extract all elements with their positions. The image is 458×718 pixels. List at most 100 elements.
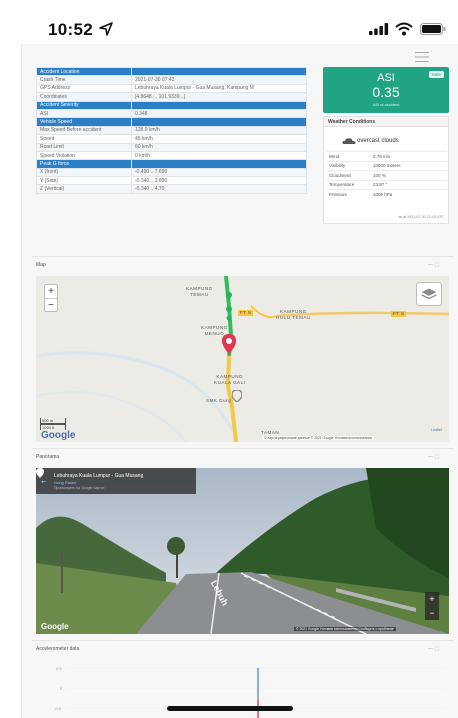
- panorama-section-title: Panorama: [36, 454, 60, 460]
- weather-value: 100 %: [371, 170, 447, 180]
- open-in-google-maps-link[interactable]: Просмотреть на Google Картах: [54, 486, 104, 490]
- weather-label: Pressure: [327, 189, 371, 199]
- street-view-zoom-control[interactable]: + −: [425, 592, 439, 620]
- street-view-panorama[interactable]: Lebuh ← Lebuhraya Kuala Lumpur - Gua Mus…: [36, 468, 449, 634]
- location-pin-icon: [36, 468, 44, 478]
- table-section-header: Accident Location: [36, 66, 307, 77]
- row-label: Z (Vertical): [36, 184, 132, 194]
- row-value: 2021-07-30 07:43: [131, 75, 307, 85]
- row-value: Lebuhraya Kuala Lumpur - Gua Musang, Kam…: [131, 83, 307, 94]
- map-zoom-out-button[interactable]: −: [45, 299, 57, 313]
- accel-y-tick: 0.5: [56, 666, 62, 671]
- street-view-zoom-in-button[interactable]: +: [425, 592, 439, 606]
- table-row: Speed Violation 0 km/h: [36, 150, 307, 161]
- panorama-section-controls[interactable]: — ⬚: [428, 454, 439, 460]
- map-label-sk-durg: SMK Durg: [206, 398, 232, 403]
- weather-value: 1009 hPa: [371, 189, 447, 199]
- battery-icon: [420, 23, 446, 35]
- map-attribution[interactable]: © Картографические данные © 2021 Google …: [262, 436, 375, 440]
- weather-label: Wind: [327, 151, 371, 161]
- weather-table: Wind 0.78 m/s Visibility 10000 meters Cloudi…: [327, 151, 447, 199]
- leaflet-link[interactable]: Leaflet: [431, 428, 442, 432]
- map-route-shield: FT 8: [238, 310, 254, 316]
- map-view[interactable]: + − KAMPUNG TEMAU KAMPUNG HULU TEMAU KAM…: [36, 276, 449, 442]
- status-time: 10:52: [48, 20, 93, 39]
- row-label: Y (Side): [36, 176, 132, 186]
- cloud-icon: [342, 138, 356, 144]
- map-label-hulu-temau: KAMPUNG HULU TEMAU: [276, 309, 311, 320]
- weather-label: Temperature: [327, 179, 371, 190]
- weather-value: 10000 meters: [371, 160, 447, 171]
- table-row: Coordinates [4.8648..., 101.9339...]: [36, 92, 307, 102]
- row-label: Speed Violation: [36, 150, 132, 161]
- map-label-kuala-gali: KAMPUNG KUALA GALI: [214, 374, 246, 385]
- row-value: 45 km/h: [131, 134, 307, 144]
- weather-value: 0.78 m/s: [371, 151, 447, 161]
- row-label: Peak G force: [36, 159, 132, 169]
- table-row: Max Speed Before accident 128.9 km/h: [36, 125, 307, 136]
- row-value: 0.348: [131, 108, 307, 119]
- weather-timestamp: as at 2021-07-30 22:43 UTC: [398, 215, 444, 219]
- weather-row: Pressure 1009 hPa: [327, 189, 447, 199]
- google-logo: Google: [41, 430, 76, 441]
- row-value: [131, 159, 307, 169]
- street-view-attribution[interactable]: © 2021 Google Условия использования Сооб…: [294, 627, 396, 631]
- row-value: [131, 100, 307, 110]
- google-logo: Google: [41, 622, 69, 631]
- weather-row: Visibility 10000 meters: [327, 160, 447, 171]
- map-scale: 500 m 1000 ft: [40, 418, 66, 430]
- table-section-header: Peak G force: [36, 159, 307, 169]
- map-section-controls[interactable]: — ⬚: [428, 262, 439, 268]
- map-zoom-control[interactable]: + −: [44, 284, 58, 312]
- row-label: Accident Severity: [36, 100, 132, 110]
- weather-condition: overcast clouds: [357, 138, 399, 144]
- row-label: Vehicle Speed: [36, 117, 132, 127]
- row-value: [131, 117, 307, 127]
- weather-value: 23.87 °: [371, 179, 447, 190]
- asi-status-badge: Safe: [428, 71, 444, 78]
- menu-icon[interactable]: [415, 52, 429, 62]
- weather-row: Cloudiness 100 %: [327, 170, 447, 180]
- section-divider: [32, 640, 454, 641]
- route-waypoint-icon: [226, 292, 232, 321]
- table-section-header: Vehicle Speed: [36, 117, 307, 127]
- accel-y-tick: -0.5: [54, 706, 61, 711]
- accelerometer-section-controls[interactable]: — ⬚: [428, 646, 439, 652]
- table-row: GPS Address Lebuhraya Kuala Lumpur - Gua …: [36, 83, 307, 94]
- weather-header: Weather Conditions: [324, 117, 448, 127]
- cellular-signal-icon: [369, 23, 389, 35]
- location-arrow-icon: [99, 22, 113, 36]
- row-label: ASI: [36, 108, 132, 119]
- row-value: [131, 66, 307, 77]
- home-indicator[interactable]: [167, 706, 293, 711]
- row-value: 128.9 km/h: [131, 125, 307, 136]
- section-divider: [32, 448, 454, 449]
- accident-marker-icon[interactable]: [222, 334, 236, 354]
- table-section-header: Accident Severity: [36, 100, 307, 110]
- weather-label: Cloudiness: [327, 170, 371, 180]
- map-zoom-in-button[interactable]: +: [45, 285, 57, 299]
- table-row: X (front) -0.490 .. 7.690: [36, 167, 307, 178]
- asi-value: 0.35: [372, 84, 400, 100]
- school-pin-icon: [232, 390, 242, 402]
- row-label: Accident Location: [36, 66, 132, 77]
- weather-panel: Weather Conditions overcast clouds Wind 0…: [323, 116, 449, 224]
- map-layers-icon[interactable]: [416, 282, 442, 306]
- street-view-subtitle: Gong Patani: [54, 480, 77, 485]
- row-value: 60 km/h: [131, 142, 307, 152]
- weather-row: Temperature 23.87 °: [327, 179, 447, 190]
- row-label: Road Limit: [36, 142, 132, 152]
- street-view-zoom-out-button[interactable]: −: [425, 606, 439, 620]
- row-label: X (front): [36, 167, 132, 178]
- asi-subtitle: ASI of accident: [372, 102, 400, 107]
- accel-y-tick: 0: [60, 686, 63, 691]
- table-row: Road Limit 60 km/h: [36, 142, 307, 152]
- row-label: GPS Address: [36, 83, 132, 94]
- street-view-title: Lebuhraya Kuala Lumpur - Gua Musang: [54, 473, 144, 479]
- map-route-shield: FT 8: [391, 311, 407, 317]
- map-section-title: Map: [36, 262, 46, 268]
- row-value: -0.490 .. 7.690: [131, 167, 307, 178]
- row-label: Speed: [36, 134, 132, 144]
- weather-label: Visibility: [327, 160, 371, 171]
- accelerometer-section-title: Accelerometer data: [36, 646, 80, 652]
